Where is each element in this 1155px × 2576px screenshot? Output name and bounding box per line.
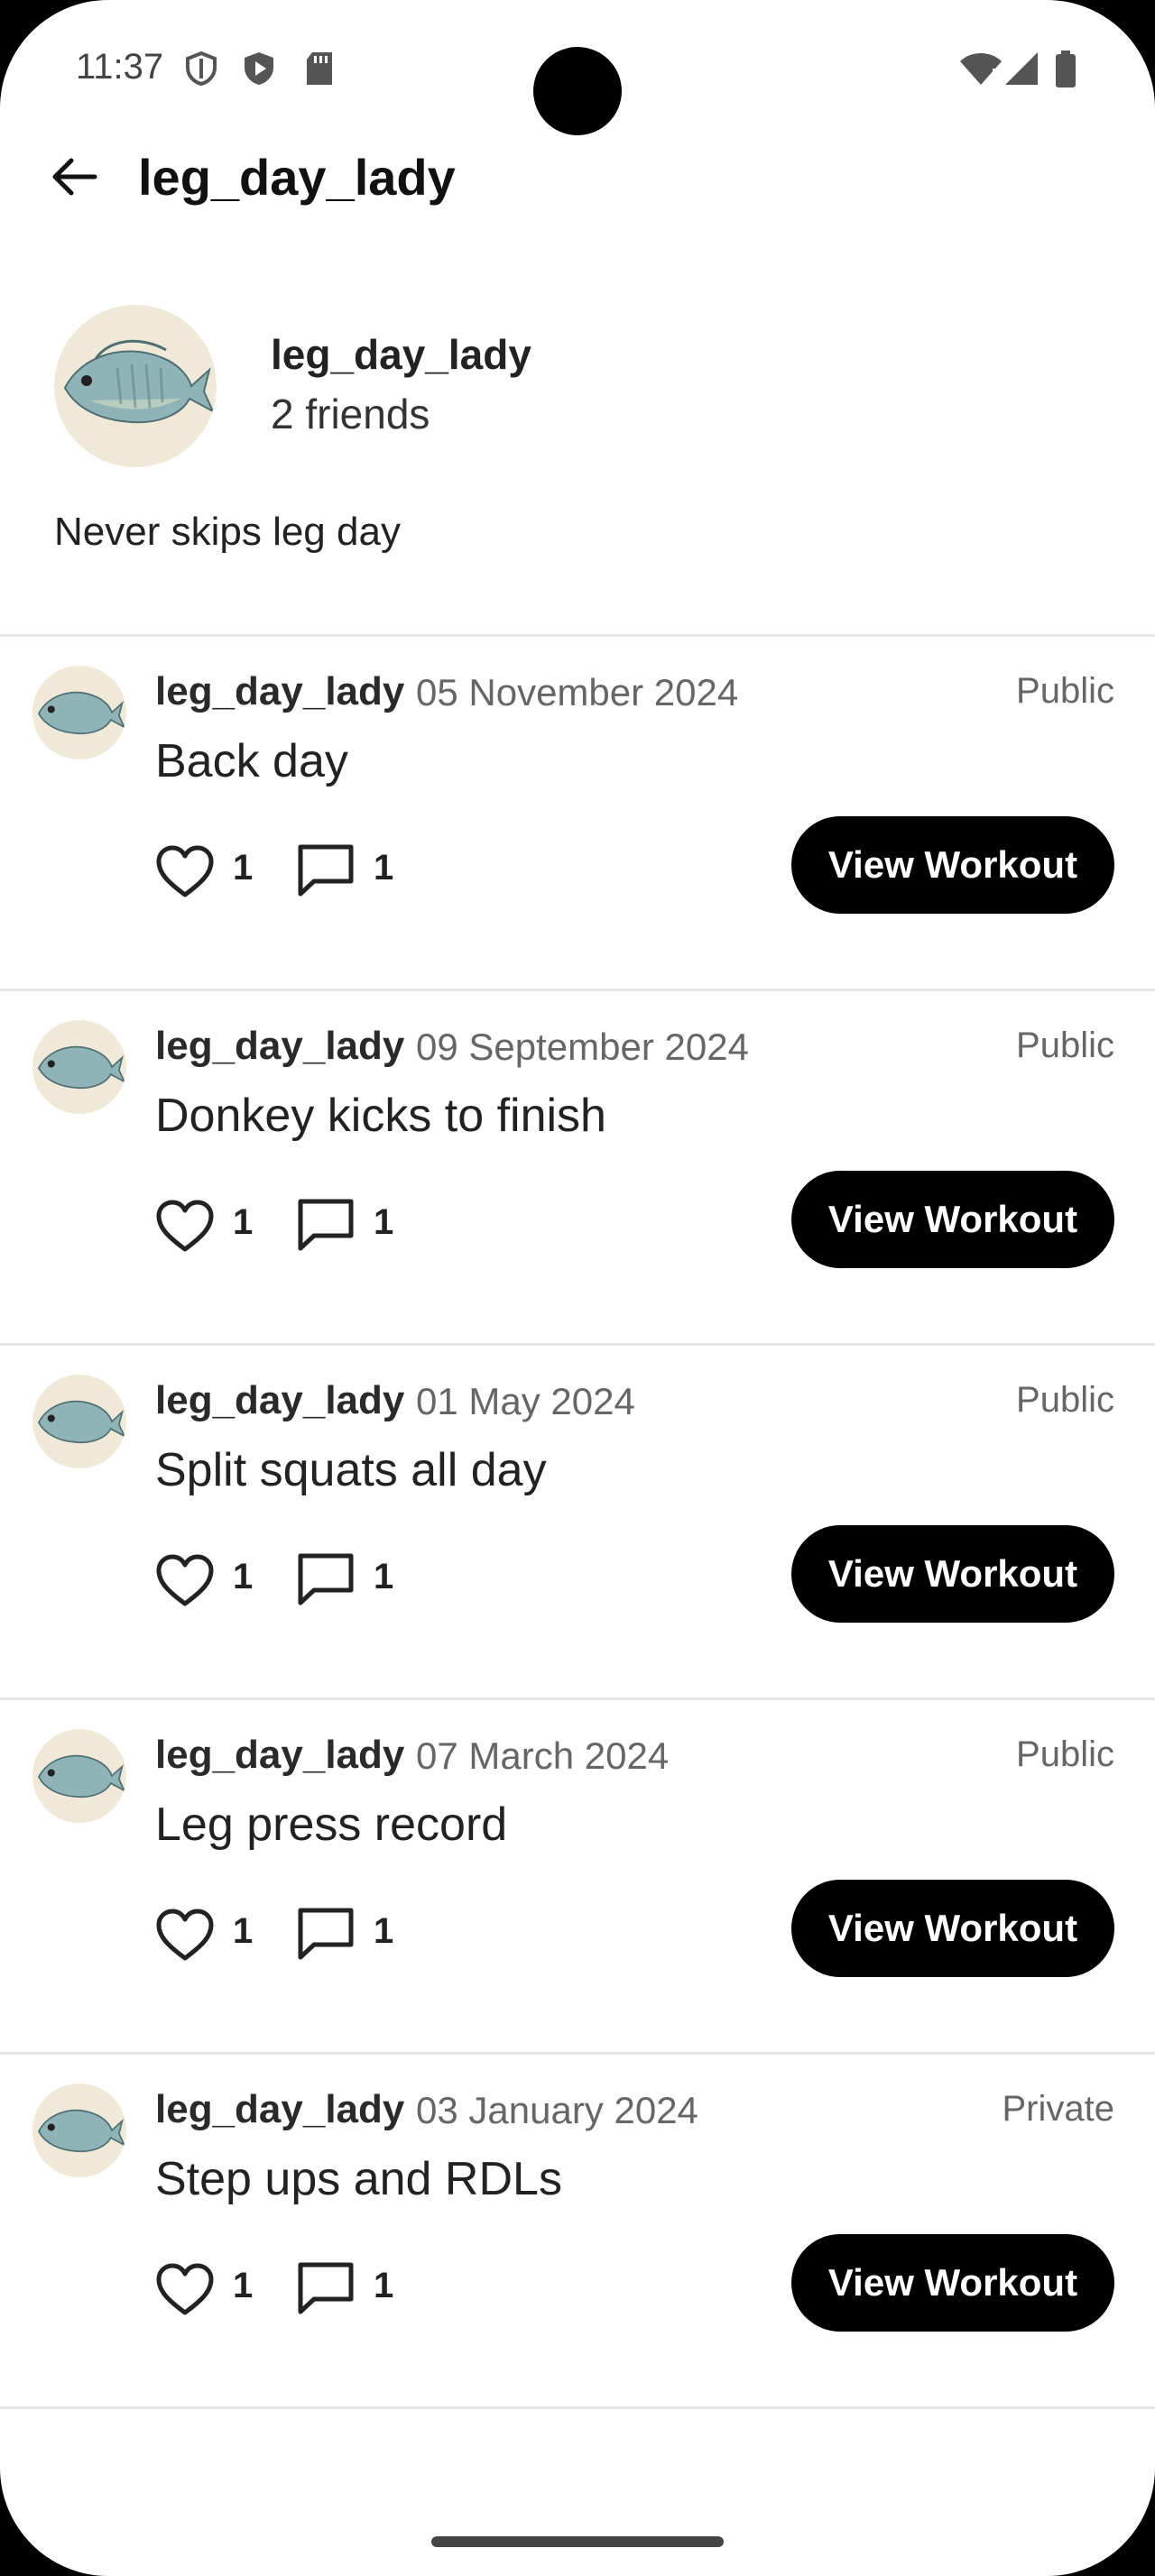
feed-item: leg_day_lady 03 January 2024 Private Ste… bbox=[0, 2055, 1155, 2406]
post-title: Step ups and RDLs bbox=[155, 2153, 562, 2205]
heart-icon[interactable] bbox=[155, 1908, 215, 1962]
view-workout-button[interactable]: View Workout bbox=[791, 1525, 1114, 1623]
comment-count: 1 bbox=[374, 2266, 394, 2305]
post-date: 07 March 2024 bbox=[416, 1734, 670, 1777]
view-workout-button[interactable]: View Workout bbox=[791, 1880, 1114, 1977]
feed-item: leg_day_lady 09 September 2024 Public Do… bbox=[0, 991, 1155, 1343]
post-date: 03 January 2024 bbox=[416, 2089, 698, 2131]
avatar bbox=[54, 305, 217, 467]
view-workout-button[interactable]: View Workout bbox=[791, 816, 1114, 914]
post-avatar[interactable] bbox=[32, 1375, 126, 1468]
status-bar: 11:37 bbox=[0, 0, 1155, 135]
post-title: Split squats all day bbox=[155, 1444, 547, 1496]
post-date: 05 November 2024 bbox=[416, 671, 739, 713]
wifi-icon bbox=[960, 53, 1002, 85]
like-count: 1 bbox=[233, 1911, 254, 1951]
comment-count: 1 bbox=[374, 1202, 394, 1242]
post-username[interactable]: leg_day_lady bbox=[155, 2087, 404, 2132]
post-visibility: Public bbox=[1016, 1380, 1114, 1420]
heart-icon[interactable] bbox=[155, 1553, 215, 1607]
battery-icon bbox=[1056, 51, 1076, 87]
view-workout-button[interactable]: View Workout bbox=[791, 1171, 1114, 1268]
front-camera bbox=[533, 47, 622, 135]
sd-card-icon bbox=[307, 52, 332, 85]
fish-avatar-icon bbox=[63, 339, 216, 424]
post-avatar[interactable] bbox=[32, 666, 126, 759]
profile-friends-count[interactable]: 2 friends bbox=[271, 390, 430, 438]
heart-icon[interactable] bbox=[155, 2262, 215, 2316]
comment-icon[interactable] bbox=[296, 842, 356, 898]
cell-signal-icon bbox=[1005, 52, 1038, 85]
comment-icon[interactable] bbox=[296, 1551, 356, 1607]
post-title: Back day bbox=[155, 735, 348, 787]
divider bbox=[0, 2406, 1155, 2409]
feed-item: leg_day_lady 05 November 2024 Public Bac… bbox=[0, 637, 1155, 989]
like-count: 1 bbox=[233, 2266, 254, 2305]
post-username[interactable]: leg_day_lady bbox=[155, 1733, 404, 1778]
post-date: 01 May 2024 bbox=[416, 1380, 635, 1422]
post-date: 09 September 2024 bbox=[416, 1026, 749, 1068]
status-time: 11:37 bbox=[76, 47, 164, 87]
post-visibility: Public bbox=[1016, 671, 1114, 711]
post-avatar[interactable] bbox=[32, 1729, 126, 1823]
view-workout-button[interactable]: View Workout bbox=[791, 2234, 1114, 2332]
fish-avatar-icon bbox=[37, 1400, 126, 1444]
arrow-back-icon bbox=[52, 158, 97, 196]
post-username[interactable]: leg_day_lady bbox=[155, 669, 404, 714]
comment-icon[interactable] bbox=[296, 1906, 356, 1962]
home-indicator[interactable] bbox=[431, 2536, 724, 2547]
post-visibility: Public bbox=[1016, 1026, 1114, 1065]
like-count: 1 bbox=[233, 1202, 254, 1242]
post-avatar[interactable] bbox=[32, 2084, 126, 2177]
play-protect-icon bbox=[245, 52, 273, 85]
feed-item: leg_day_lady 07 March 2024 Public Leg pr… bbox=[0, 1700, 1155, 2052]
comment-count: 1 bbox=[374, 1557, 394, 1596]
post-username[interactable]: leg_day_lady bbox=[155, 1378, 404, 1423]
like-count: 1 bbox=[233, 1557, 254, 1596]
comment-count: 1 bbox=[374, 848, 394, 888]
back-button[interactable] bbox=[45, 148, 103, 206]
post-visibility: Public bbox=[1016, 1734, 1114, 1774]
post-title: Donkey kicks to finish bbox=[155, 1090, 606, 1142]
fish-avatar-icon bbox=[37, 2109, 126, 2153]
feed-item: leg_day_lady 01 May 2024 Public Split sq… bbox=[0, 1346, 1155, 1697]
profile-bio: Never skips leg day bbox=[54, 510, 401, 554]
app-screen: 11:37 leg_day_lady leg_day_lady 2 friend… bbox=[0, 0, 1155, 2576]
app-bar: leg_day_lady bbox=[0, 135, 1155, 216]
heart-icon[interactable] bbox=[155, 1199, 215, 1253]
fish-avatar-icon bbox=[37, 1045, 126, 1090]
comment-count: 1 bbox=[374, 1911, 394, 1951]
comment-icon[interactable] bbox=[296, 2260, 356, 2316]
fish-avatar-icon bbox=[37, 1754, 126, 1799]
heart-icon[interactable] bbox=[155, 844, 215, 898]
post-avatar[interactable] bbox=[32, 1020, 126, 1114]
profile-username: leg_day_lady bbox=[271, 331, 531, 378]
comment-icon[interactable] bbox=[296, 1197, 356, 1253]
page-title: leg_day_lady bbox=[138, 149, 456, 206]
shield-icon bbox=[186, 51, 217, 87]
fish-avatar-icon bbox=[37, 691, 126, 735]
post-username[interactable]: leg_day_lady bbox=[155, 1024, 404, 1069]
post-title: Leg press record bbox=[155, 1799, 508, 1851]
post-visibility: Private bbox=[1002, 2089, 1115, 2129]
like-count: 1 bbox=[233, 848, 254, 888]
